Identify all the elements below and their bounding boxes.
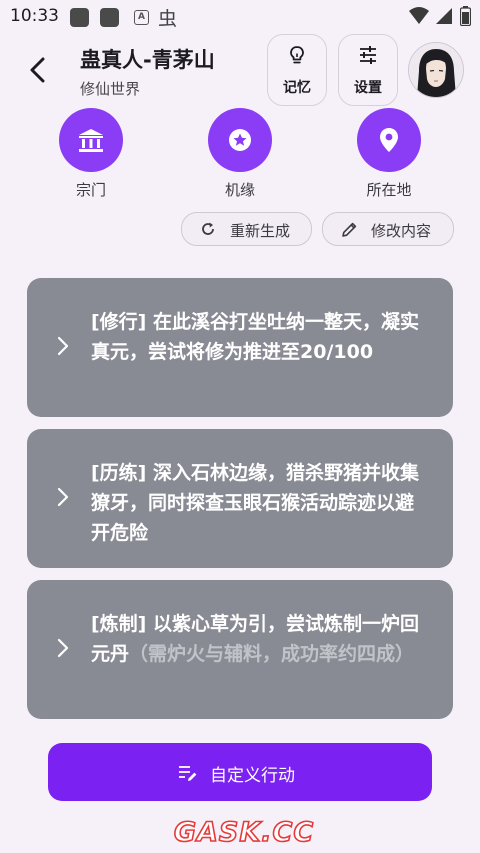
battery-icon [460,6,471,26]
settings-label: 设置 [354,80,382,96]
chevron-right-icon [57,336,69,356]
category-sect-label: 宗门 [75,181,106,199]
status-bar: 10:33 A 虫 [0,0,480,34]
option-card-cultivate[interactable]: [修行] 在此溪谷打坐吐纳一整天，凝实真元，尝试将修为推进至20/100 [27,278,453,417]
custom-action-button[interactable]: 自定义行动 [48,743,432,801]
option-card-refine[interactable]: [炼制] 以紫心草为引，尝试炼制一炉回元丹（需炉火与辅料，成功率约四成） [27,580,453,719]
signal-icon [436,8,452,24]
custom-action-label: 自定义行动 [210,766,295,786]
arrow-back-icon [30,57,45,83]
lightbulb-icon [290,46,304,64]
category-fortune-label: 机缘 [224,181,255,199]
option-text: [修行] 在此溪谷打坐吐纳一整天，凝实真元，尝试将修为推进至20/100 [91,311,419,363]
notification-square-icon [70,8,89,27]
category-circle [208,108,272,172]
category-circle [357,108,421,172]
option-text: [历练] 深入石林边缘，猎杀野猪并收集獠牙，同时探查玉眼石猴活动踪迹以避开危险 [91,462,419,544]
gask-watermark-logo: GASK.CC [173,816,314,849]
regenerate-button[interactable]: 重新生成 [181,212,312,246]
world-subtitle: 修仙世界 [80,80,141,98]
option-text: [炼制] 以紫心草为引，尝试炼制一炉回元丹（需炉火与辅料，成功率约四成） [91,613,419,665]
chevron-right-icon [57,487,69,507]
bank-icon [79,129,103,152]
edit-note-icon [179,766,197,781]
regenerate-label: 重新生成 [230,222,291,240]
chevron-right-icon [57,638,69,658]
status-time: 10:33 [10,6,59,26]
pencil-icon [342,222,357,237]
settings-button[interactable]: 设置 [338,34,398,106]
memory-button[interactable]: 记忆 [267,34,327,106]
sliders-icon [360,46,376,64]
avatar-portrait [409,43,463,97]
edit-content-button[interactable]: 修改内容 [322,212,454,246]
back-button[interactable] [24,52,54,88]
option-note: （需炉火与辅料，成功率约四成） [129,643,415,665]
edit-content-label: 修改内容 [371,222,432,240]
world-title: 蛊真人-青茅山 [80,48,215,72]
a-box-icon: A [134,10,149,25]
location-pin-icon [380,128,398,152]
category-circle [59,108,123,172]
bug-icon: 虫 [158,8,178,30]
avatar[interactable] [408,42,464,98]
star-badge-icon [229,129,251,151]
category-location-label: 所在地 [366,181,412,199]
wifi-icon [409,7,429,24]
svg-text:GASK.CC: GASK.CC [174,817,314,848]
refresh-icon [202,222,214,235]
memory-label: 记忆 [283,80,311,96]
option-card-train[interactable]: [历练] 深入石林边缘，猎杀野猪并收集獠牙，同时探查玉眼石猴活动踪迹以避开危险 [27,429,453,568]
notification-square-icon [100,8,119,27]
